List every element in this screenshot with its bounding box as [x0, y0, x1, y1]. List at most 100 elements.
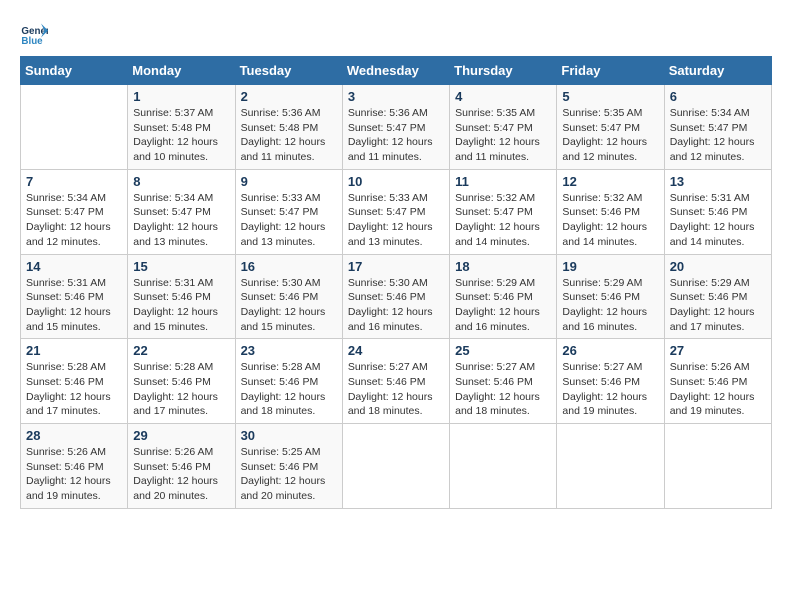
calendar-cell: 22 Sunrise: 5:28 AMSunset: 5:46 PMDaylig… [128, 339, 235, 424]
day-info: Sunrise: 5:29 AMSunset: 5:46 PMDaylight:… [455, 276, 551, 335]
day-number: 9 [241, 174, 337, 189]
day-number: 17 [348, 259, 444, 274]
calendar-cell: 23 Sunrise: 5:28 AMSunset: 5:46 PMDaylig… [235, 339, 342, 424]
calendar-cell: 9 Sunrise: 5:33 AMSunset: 5:47 PMDayligh… [235, 169, 342, 254]
calendar-cell: 17 Sunrise: 5:30 AMSunset: 5:46 PMDaylig… [342, 254, 449, 339]
day-number: 11 [455, 174, 551, 189]
calendar-cell: 8 Sunrise: 5:34 AMSunset: 5:47 PMDayligh… [128, 169, 235, 254]
day-number: 5 [562, 89, 658, 104]
calendar-cell [664, 424, 771, 509]
day-info: Sunrise: 5:35 AMSunset: 5:47 PMDaylight:… [455, 106, 551, 165]
page-header: General Blue [20, 20, 772, 48]
day-info: Sunrise: 5:26 AMSunset: 5:46 PMDaylight:… [133, 445, 229, 504]
day-info: Sunrise: 5:34 AMSunset: 5:47 PMDaylight:… [133, 191, 229, 250]
day-number: 4 [455, 89, 551, 104]
day-info: Sunrise: 5:27 AMSunset: 5:46 PMDaylight:… [455, 360, 551, 419]
weekday-header: Tuesday [235, 57, 342, 85]
calendar-cell: 7 Sunrise: 5:34 AMSunset: 5:47 PMDayligh… [21, 169, 128, 254]
day-info: Sunrise: 5:34 AMSunset: 5:47 PMDaylight:… [26, 191, 122, 250]
weekday-header: Sunday [21, 57, 128, 85]
day-info: Sunrise: 5:33 AMSunset: 5:47 PMDaylight:… [241, 191, 337, 250]
day-info: Sunrise: 5:31 AMSunset: 5:46 PMDaylight:… [26, 276, 122, 335]
calendar-cell: 15 Sunrise: 5:31 AMSunset: 5:46 PMDaylig… [128, 254, 235, 339]
calendar-cell: 14 Sunrise: 5:31 AMSunset: 5:46 PMDaylig… [21, 254, 128, 339]
calendar-cell: 3 Sunrise: 5:36 AMSunset: 5:47 PMDayligh… [342, 85, 449, 170]
day-info: Sunrise: 5:26 AMSunset: 5:46 PMDaylight:… [26, 445, 122, 504]
day-number: 7 [26, 174, 122, 189]
calendar-cell: 28 Sunrise: 5:26 AMSunset: 5:46 PMDaylig… [21, 424, 128, 509]
calendar-week-row: 7 Sunrise: 5:34 AMSunset: 5:47 PMDayligh… [21, 169, 772, 254]
calendar-cell: 26 Sunrise: 5:27 AMSunset: 5:46 PMDaylig… [557, 339, 664, 424]
day-info: Sunrise: 5:33 AMSunset: 5:47 PMDaylight:… [348, 191, 444, 250]
calendar-cell [21, 85, 128, 170]
calendar-cell [450, 424, 557, 509]
day-number: 26 [562, 343, 658, 358]
day-info: Sunrise: 5:28 AMSunset: 5:46 PMDaylight:… [26, 360, 122, 419]
calendar-cell: 12 Sunrise: 5:32 AMSunset: 5:46 PMDaylig… [557, 169, 664, 254]
day-number: 29 [133, 428, 229, 443]
weekday-header: Monday [128, 57, 235, 85]
day-info: Sunrise: 5:36 AMSunset: 5:48 PMDaylight:… [241, 106, 337, 165]
calendar-cell [342, 424, 449, 509]
day-number: 1 [133, 89, 229, 104]
day-number: 15 [133, 259, 229, 274]
day-number: 16 [241, 259, 337, 274]
day-number: 20 [670, 259, 766, 274]
calendar-cell: 10 Sunrise: 5:33 AMSunset: 5:47 PMDaylig… [342, 169, 449, 254]
calendar-cell: 6 Sunrise: 5:34 AMSunset: 5:47 PMDayligh… [664, 85, 771, 170]
weekday-header: Friday [557, 57, 664, 85]
calendar-cell: 11 Sunrise: 5:32 AMSunset: 5:47 PMDaylig… [450, 169, 557, 254]
day-number: 27 [670, 343, 766, 358]
day-number: 28 [26, 428, 122, 443]
day-number: 21 [26, 343, 122, 358]
day-info: Sunrise: 5:34 AMSunset: 5:47 PMDaylight:… [670, 106, 766, 165]
day-info: Sunrise: 5:31 AMSunset: 5:46 PMDaylight:… [133, 276, 229, 335]
day-number: 24 [348, 343, 444, 358]
day-number: 19 [562, 259, 658, 274]
day-number: 6 [670, 89, 766, 104]
day-info: Sunrise: 5:28 AMSunset: 5:46 PMDaylight:… [241, 360, 337, 419]
weekday-header: Wednesday [342, 57, 449, 85]
calendar-cell: 20 Sunrise: 5:29 AMSunset: 5:46 PMDaylig… [664, 254, 771, 339]
day-info: Sunrise: 5:29 AMSunset: 5:46 PMDaylight:… [562, 276, 658, 335]
day-number: 18 [455, 259, 551, 274]
calendar-cell: 27 Sunrise: 5:26 AMSunset: 5:46 PMDaylig… [664, 339, 771, 424]
calendar-cell: 29 Sunrise: 5:26 AMSunset: 5:46 PMDaylig… [128, 424, 235, 509]
calendar-cell: 30 Sunrise: 5:25 AMSunset: 5:46 PMDaylig… [235, 424, 342, 509]
day-number: 22 [133, 343, 229, 358]
calendar-cell: 5 Sunrise: 5:35 AMSunset: 5:47 PMDayligh… [557, 85, 664, 170]
day-info: Sunrise: 5:27 AMSunset: 5:46 PMDaylight:… [562, 360, 658, 419]
calendar-week-row: 1 Sunrise: 5:37 AMSunset: 5:48 PMDayligh… [21, 85, 772, 170]
day-number: 3 [348, 89, 444, 104]
day-number: 30 [241, 428, 337, 443]
calendar-cell: 2 Sunrise: 5:36 AMSunset: 5:48 PMDayligh… [235, 85, 342, 170]
calendar-week-row: 14 Sunrise: 5:31 AMSunset: 5:46 PMDaylig… [21, 254, 772, 339]
logo: General Blue [20, 20, 52, 48]
day-info: Sunrise: 5:29 AMSunset: 5:46 PMDaylight:… [670, 276, 766, 335]
calendar-cell: 1 Sunrise: 5:37 AMSunset: 5:48 PMDayligh… [128, 85, 235, 170]
day-info: Sunrise: 5:31 AMSunset: 5:46 PMDaylight:… [670, 191, 766, 250]
calendar-cell: 4 Sunrise: 5:35 AMSunset: 5:47 PMDayligh… [450, 85, 557, 170]
weekday-header: Saturday [664, 57, 771, 85]
logo-icon: General Blue [20, 20, 48, 48]
calendar-cell: 24 Sunrise: 5:27 AMSunset: 5:46 PMDaylig… [342, 339, 449, 424]
calendar-cell: 13 Sunrise: 5:31 AMSunset: 5:46 PMDaylig… [664, 169, 771, 254]
calendar-cell: 18 Sunrise: 5:29 AMSunset: 5:46 PMDaylig… [450, 254, 557, 339]
calendar-week-row: 21 Sunrise: 5:28 AMSunset: 5:46 PMDaylig… [21, 339, 772, 424]
calendar-cell: 19 Sunrise: 5:29 AMSunset: 5:46 PMDaylig… [557, 254, 664, 339]
calendar-cell: 25 Sunrise: 5:27 AMSunset: 5:46 PMDaylig… [450, 339, 557, 424]
calendar-cell [557, 424, 664, 509]
day-info: Sunrise: 5:32 AMSunset: 5:46 PMDaylight:… [562, 191, 658, 250]
day-info: Sunrise: 5:35 AMSunset: 5:47 PMDaylight:… [562, 106, 658, 165]
day-info: Sunrise: 5:25 AMSunset: 5:46 PMDaylight:… [241, 445, 337, 504]
calendar-body: 1 Sunrise: 5:37 AMSunset: 5:48 PMDayligh… [21, 85, 772, 509]
day-number: 8 [133, 174, 229, 189]
day-info: Sunrise: 5:32 AMSunset: 5:47 PMDaylight:… [455, 191, 551, 250]
weekday-header: Thursday [450, 57, 557, 85]
calendar-table: SundayMondayTuesdayWednesdayThursdayFrid… [20, 56, 772, 509]
day-number: 13 [670, 174, 766, 189]
day-number: 12 [562, 174, 658, 189]
day-info: Sunrise: 5:26 AMSunset: 5:46 PMDaylight:… [670, 360, 766, 419]
day-info: Sunrise: 5:36 AMSunset: 5:47 PMDaylight:… [348, 106, 444, 165]
day-info: Sunrise: 5:37 AMSunset: 5:48 PMDaylight:… [133, 106, 229, 165]
